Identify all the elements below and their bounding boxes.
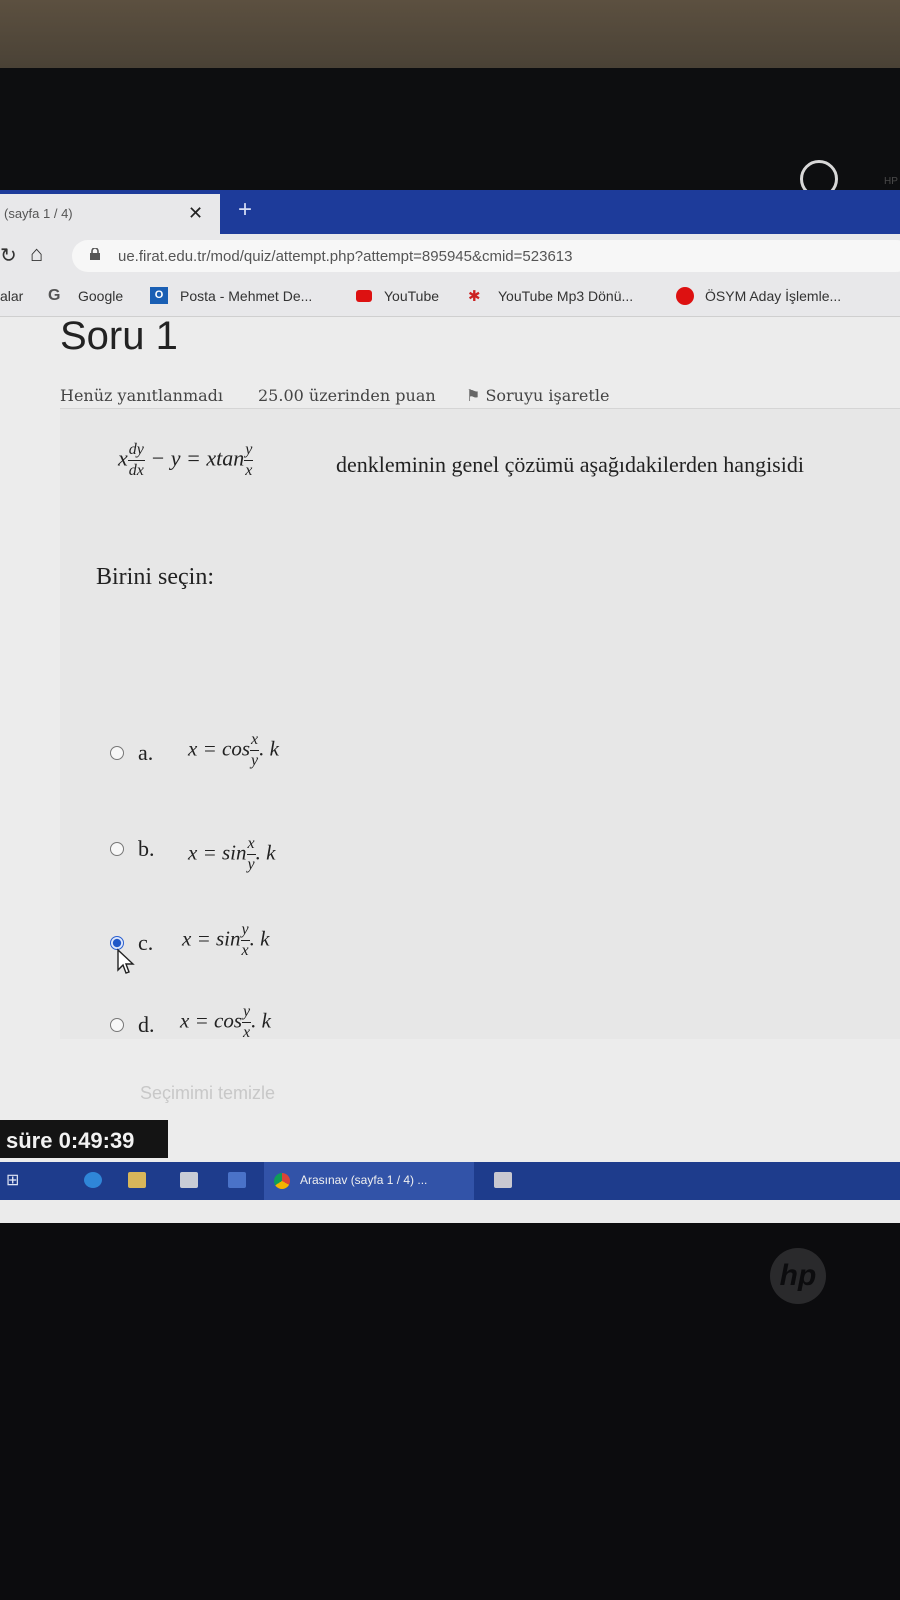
brand-mark: HP bbox=[884, 176, 898, 187]
audio-wave-icon: ✱ bbox=[468, 288, 481, 305]
option-equation: x = cos y x. k bbox=[180, 1004, 271, 1041]
reload-icon[interactable]: ↻ bbox=[0, 243, 17, 268]
screen: (sayfa 1 / 4) ✕ + ↻ ⌂ ue.firat.edu.tr/mo… bbox=[0, 190, 900, 1223]
radio-d[interactable] bbox=[110, 1018, 124, 1032]
opt-suffix: . k bbox=[259, 736, 279, 761]
background-wall bbox=[0, 0, 900, 68]
option-d[interactable]: d. x = cos y x. k bbox=[108, 1004, 528, 1072]
lock-icon bbox=[90, 248, 100, 260]
question-points: 25.00 üzerinden puan bbox=[258, 386, 436, 405]
question-text: denkleminin genel çözümü aşağıdakilerden… bbox=[336, 452, 804, 477]
file-explorer-icon[interactable] bbox=[128, 1172, 146, 1188]
opt-prefix: x = cos bbox=[180, 1008, 242, 1033]
hp-logo: hp bbox=[770, 1248, 826, 1304]
osym-icon bbox=[676, 287, 694, 305]
google-icon: G bbox=[48, 287, 61, 304]
address-bar[interactable]: ue.firat.edu.tr/mod/quiz/attempt.php?att… bbox=[72, 240, 900, 272]
opt-frac: yx bbox=[240, 922, 250, 959]
eq-ratio-den: x bbox=[245, 462, 253, 479]
option-letter: c. bbox=[138, 930, 154, 955]
bookmark-apps[interactable]: alar bbox=[0, 288, 23, 304]
opt-num: x bbox=[250, 732, 260, 751]
bookmark-osym[interactable]: ÖSYM Aday İşlemle... bbox=[705, 288, 841, 304]
browser-toolbar: ↻ ⌂ ue.firat.edu.tr/mod/quiz/attempt.php… bbox=[0, 234, 900, 278]
question-title: Soru 1 bbox=[60, 314, 178, 358]
option-equation: x = sin y x. k bbox=[182, 922, 269, 959]
eq-dx: dx bbox=[128, 462, 144, 479]
option-b[interactable]: b. x = sin x y. k bbox=[108, 836, 528, 896]
youtube-icon bbox=[356, 290, 372, 302]
clear-choice-link[interactable]: Seçimimi temizle bbox=[140, 1083, 275, 1104]
opt-suffix: . k bbox=[251, 1008, 271, 1033]
outlook-icon: O bbox=[150, 287, 168, 304]
option-a[interactable]: a. x = cos x y. k bbox=[108, 732, 528, 800]
close-tab-icon[interactable]: ✕ bbox=[188, 203, 203, 224]
eq-ratio-num: y bbox=[244, 442, 254, 461]
opt-suffix: . k bbox=[249, 926, 270, 951]
radio-a[interactable] bbox=[110, 746, 124, 760]
tab-strip: (sayfa 1 / 4) ✕ + bbox=[0, 190, 900, 234]
mail-icon[interactable] bbox=[228, 1172, 246, 1188]
opt-frac: yx bbox=[242, 1004, 252, 1041]
radio-b[interactable] bbox=[110, 842, 124, 856]
opt-num: y bbox=[240, 922, 250, 941]
option-equation: x = sin x y. k bbox=[188, 836, 275, 873]
bookmarks-bar: alar G Google O Posta - Mehmet De... You… bbox=[0, 278, 900, 317]
option-letter: a. bbox=[138, 740, 154, 765]
opt-den: y bbox=[247, 856, 255, 873]
monitor-bezel: HP bbox=[0, 68, 900, 198]
option-letter: d. bbox=[138, 1012, 155, 1037]
opt-frac: xy bbox=[246, 836, 256, 873]
bookmark-posta[interactable]: Posta - Mehmet De... bbox=[180, 288, 312, 304]
bookmark-google[interactable]: Google bbox=[78, 288, 123, 304]
opt-frac: xy bbox=[250, 732, 260, 769]
flag-question[interactable]: ⚑ Soruyu işaretle bbox=[466, 386, 609, 405]
opt-suffix: . k bbox=[255, 840, 276, 865]
tab-title: (sayfa 1 / 4) bbox=[4, 206, 73, 221]
taskbar-window-title: Arasınav (sayfa 1 / 4) ... bbox=[300, 1173, 428, 1187]
opt-den: x bbox=[241, 942, 249, 959]
taskbar: ⊞ Arasınav (sayfa 1 / 4) ... bbox=[0, 1162, 900, 1200]
store-icon[interactable] bbox=[180, 1172, 198, 1188]
home-icon[interactable]: ⌂ bbox=[30, 241, 43, 267]
url-text: ue.firat.edu.tr/mod/quiz/attempt.php?att… bbox=[118, 248, 573, 265]
opt-prefix: x = cos bbox=[188, 736, 250, 761]
eq-dy: dy bbox=[127, 442, 145, 461]
question-equation: x dy dx − y = xtan y x bbox=[118, 442, 254, 479]
opt-prefix: x = sin bbox=[182, 926, 241, 951]
edge-icon[interactable] bbox=[84, 1172, 102, 1188]
opt-den: x bbox=[243, 1024, 251, 1041]
flag-icon: ⚑ bbox=[466, 386, 481, 405]
mouse-cursor-icon bbox=[117, 948, 135, 974]
app-icon[interactable] bbox=[494, 1172, 512, 1188]
task-view-icon[interactable]: ⊞ bbox=[6, 1170, 24, 1189]
opt-den: y bbox=[251, 752, 259, 769]
question-status: Henüz yanıtlanmadı bbox=[60, 386, 224, 405]
browser-tab[interactable]: (sayfa 1 / 4) ✕ bbox=[0, 194, 220, 234]
eq-derivative: dy dx bbox=[127, 442, 145, 479]
keyboard-area bbox=[0, 1500, 900, 1560]
opt-num: y bbox=[242, 1004, 252, 1023]
opt-num: x bbox=[246, 836, 256, 855]
option-letter: b. bbox=[138, 836, 155, 861]
bookmark-youtube-mp3[interactable]: YouTube Mp3 Dönü... bbox=[498, 288, 633, 304]
quiz-timer: süre 0:49:39 bbox=[0, 1120, 168, 1158]
opt-prefix: x = sin bbox=[188, 840, 247, 865]
option-c[interactable]: c. x = sin y x. k bbox=[108, 922, 528, 990]
flag-label: Soruyu işaretle bbox=[485, 386, 610, 405]
choose-label: Birini seçin: bbox=[96, 564, 214, 590]
eq-middle: − y = xtan bbox=[150, 445, 245, 471]
new-tab-button[interactable]: + bbox=[238, 196, 252, 224]
eq-x: x bbox=[118, 445, 128, 471]
chrome-icon bbox=[274, 1173, 290, 1189]
timer-text: süre 0:49:39 bbox=[6, 1128, 135, 1153]
bookmark-youtube[interactable]: YouTube bbox=[384, 288, 439, 304]
option-equation: x = cos x y. k bbox=[188, 732, 279, 769]
eq-ratio: yx bbox=[244, 442, 254, 479]
